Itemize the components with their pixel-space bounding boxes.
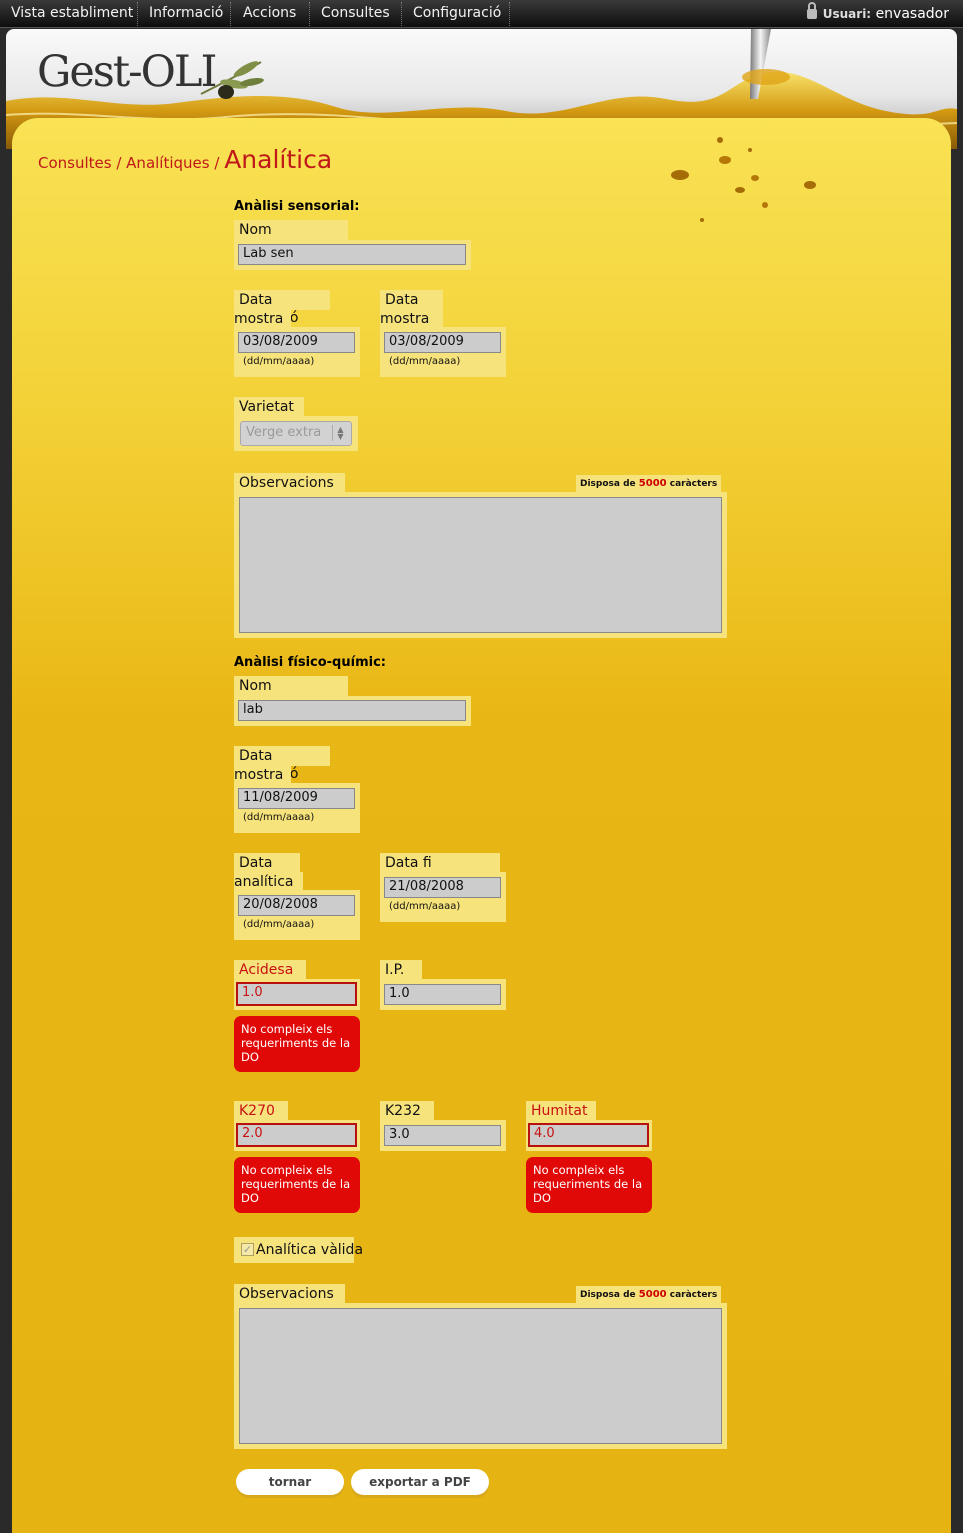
date-format-hint: (dd/mm/aaaa) — [389, 901, 461, 912]
sensorial-section-title: Anàlisi sensorial: — [234, 199, 360, 214]
lock-icon — [806, 2, 817, 19]
physico-reception-label-2: mostra — [234, 765, 291, 784]
breadcrumb: Consultes / Analítiques / Analítica — [38, 145, 332, 178]
end-date-input[interactable]: 21/08/2008 — [384, 877, 501, 898]
k232-label: K232 — [380, 1101, 434, 1121]
user-label: Usuari: — [822, 7, 872, 21]
nav-vista-establiment[interactable]: Vista establiment — [11, 4, 133, 24]
user-info: Usuari: envasador — [806, 2, 949, 23]
variety-label: Varietat — [234, 397, 304, 417]
variety-selected-value: Verge extra — [246, 425, 322, 440]
start-date-input[interactable]: 20/08/2008 — [238, 895, 355, 916]
valid-checkbox-label: Analítica vàlida — [256, 1242, 364, 1258]
sensorial-obs-label: Observacions — [234, 473, 345, 493]
physico-section-title: Anàlisi físico-químic: — [234, 655, 386, 670]
acidity-error-message: No compleix els requeriments de la DO — [234, 1016, 360, 1072]
physico-lab-input[interactable]: lab — [238, 700, 466, 721]
physico-obs-label: Observacions — [234, 1284, 345, 1304]
user-name: envasador — [875, 6, 949, 22]
nav-separator — [401, 2, 402, 26]
humidity-input[interactable]: 4.0 — [528, 1123, 649, 1147]
sensorial-lab-label: Nom laboratori — [234, 220, 348, 256]
breadcrumb-separator: / — [111, 154, 127, 172]
sensorial-reception-label-2: mostra — [234, 309, 291, 328]
oil-drops-graphic — [671, 137, 816, 222]
date-format-hint: (dd/mm/aaaa) — [243, 356, 315, 367]
breadcrumb-separator: / — [209, 154, 225, 172]
nav-configuracio[interactable]: Configuració — [413, 4, 501, 24]
sensorial-reception-input[interactable]: 03/08/2009 — [238, 332, 355, 353]
end-date-label: Data fi analítica — [380, 853, 500, 889]
physico-lab-label: Nom laboratori — [234, 676, 348, 712]
sensorial-obs-textarea[interactable] — [239, 497, 722, 633]
export-pdf-button[interactable]: exportar a PDF — [351, 1469, 489, 1495]
nav-separator — [137, 2, 138, 26]
sensorial-tasting-label-2: mostra — [380, 309, 443, 328]
variety-select[interactable]: Verge extra ▲ ▼ — [240, 421, 352, 446]
date-format-hint: (dd/mm/aaaa) — [243, 919, 315, 930]
nav-informacio[interactable]: Informació — [149, 4, 223, 24]
sensorial-lab-input[interactable]: Lab sen — [238, 244, 466, 265]
physico-obs-textarea[interactable] — [239, 1308, 722, 1444]
ip-label: I.P. — [380, 960, 422, 980]
sensorial-reception-label: Data recepció — [234, 290, 330, 326]
page-title: Analítica — [224, 145, 333, 174]
sensorial-char-counter: Disposa de 5000 caràcters — [576, 475, 722, 492]
k270-error-message: No compleix els requeriments de la DO — [234, 1157, 360, 1213]
top-nav-bar: Vista establiment Informació Accions Con… — [0, 0, 963, 28]
nav-separator — [309, 2, 310, 26]
k270-input[interactable]: 2.0 — [236, 1123, 357, 1147]
k270-label: K270 — [234, 1101, 288, 1121]
nav-accions[interactable]: Accions — [243, 4, 296, 24]
breadcrumb-consultes[interactable]: Consultes — [38, 154, 112, 172]
nav-separator — [509, 2, 510, 26]
humidity-error-message: No compleix els requeriments de la DO — [526, 1157, 652, 1213]
date-format-hint: (dd/mm/aaaa) — [389, 356, 461, 367]
date-format-hint: (dd/mm/aaaa) — [243, 812, 315, 823]
physico-reception-label: Data recepció — [234, 746, 330, 782]
start-date-label: Data inici — [234, 853, 300, 889]
nav-consultes[interactable]: Consultes — [321, 4, 390, 24]
ip-input[interactable]: 1.0 — [384, 984, 501, 1005]
acidity-label: Acidesa — [234, 960, 306, 980]
physico-char-counter: Disposa de 5000 caràcters — [576, 1286, 722, 1303]
back-button[interactable]: tornar — [236, 1469, 344, 1495]
k232-input[interactable]: 3.0 — [384, 1125, 501, 1146]
sensorial-tasting-label: Data tast — [380, 290, 443, 326]
acidity-input[interactable]: 1.0 — [236, 982, 357, 1006]
start-date-label-2: analítica — [234, 872, 303, 891]
sensorial-tasting-input[interactable]: 03/08/2009 — [384, 332, 501, 353]
physico-reception-input[interactable]: 11/08/2009 — [238, 788, 355, 809]
breadcrumb-analitiques[interactable]: Analítiques — [126, 154, 209, 172]
olive-branch-icon — [200, 61, 264, 99]
select-arrows-icon: ▲ ▼ — [332, 425, 348, 441]
humidity-label: Humitat — [526, 1101, 596, 1121]
gest-oli-logo[interactable]: Gest-OLI — [37, 46, 217, 98]
nav-separator — [230, 2, 231, 26]
